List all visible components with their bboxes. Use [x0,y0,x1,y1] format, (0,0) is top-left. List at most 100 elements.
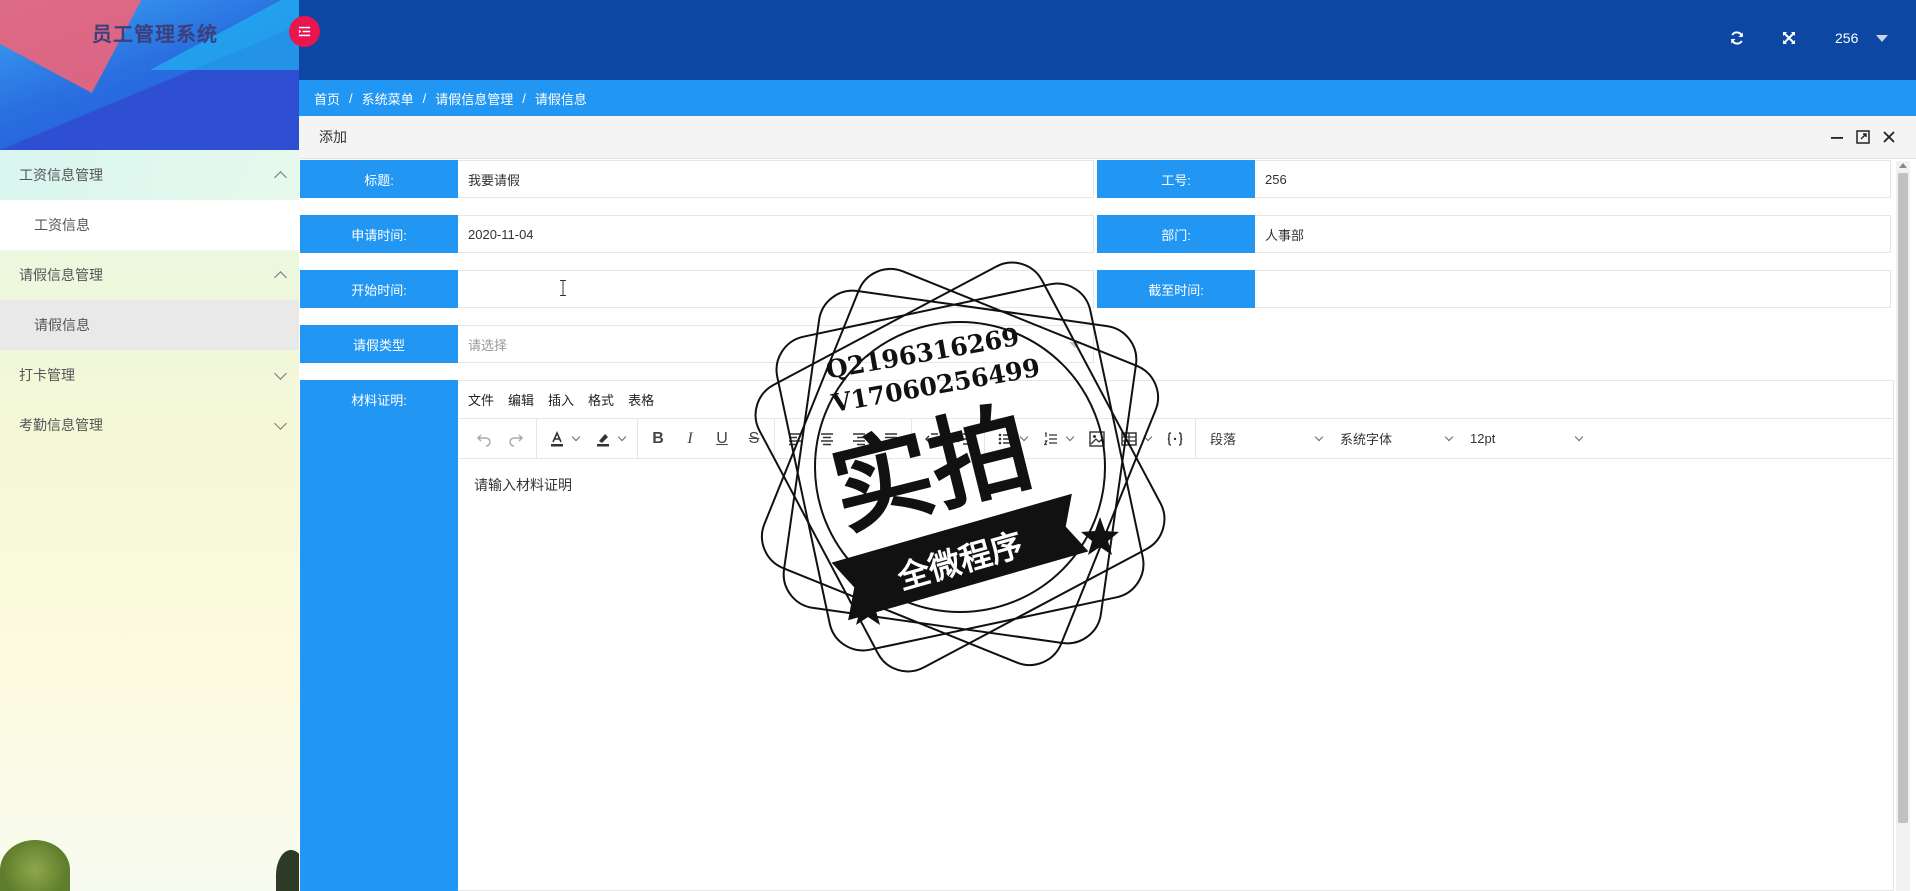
username: 256 [1835,30,1859,46]
chevron-up-icon [274,171,287,184]
align-left-button[interactable] [779,423,811,455]
sidebar-item-label: 工资信息 [34,217,90,233]
start-time-input[interactable] [458,270,1094,308]
menu-format[interactable]: 格式 [588,390,614,409]
outdent-icon [925,432,938,445]
image-icon [1089,430,1105,447]
leave-type-placeholder: 请选择 [468,337,508,353]
insert-image-button[interactable] [1081,423,1113,455]
breadcrumb-home[interactable]: 首页 [314,89,340,108]
highlight-color-button[interactable] [587,423,619,455]
leave-type-select[interactable]: 请选择 [458,325,1094,363]
breadcrumb-leave-info[interactable]: 请假信息 [535,89,587,108]
text-cursor-icon [560,280,566,296]
fullscreen-icon[interactable] [1781,30,1797,46]
end-time-input[interactable] [1255,270,1891,308]
apply-time-input[interactable]: 2020-11-04 [458,215,1094,253]
indent-icon [957,432,970,445]
redo-icon [509,433,524,447]
sidebar-group-clock-in[interactable]: 打卡管理 [0,350,299,400]
apply-time-label: 申请时间: [300,215,458,253]
align-left-icon [789,432,801,445]
undo-icon [476,433,491,447]
chevron-down-icon[interactable] [1019,432,1029,441]
menu-edit[interactable]: 编辑 [508,390,534,409]
editor-text: 请输入材料证明 [474,477,572,493]
brand-area: 员工管理系统 [0,0,299,150]
font-family-value: 系统字体 [1340,432,1393,447]
dialog-header: 添加 [299,116,1916,159]
form-row: 申请时间: 2020-11-04 部门: 人事部 [300,215,1891,253]
bullet-list-icon [998,433,1011,444]
block-format-select[interactable]: 段落 [1200,423,1330,455]
close-icon[interactable] [1881,129,1897,145]
sidebar-item-leave-info[interactable]: 请假信息 [0,300,299,350]
top-header: 256 [289,0,1916,80]
breadcrumb: 首页 / 系统菜单 / 请假信息管理 / 请假信息 [299,80,1916,116]
undo-button[interactable] [468,423,500,455]
sidebar-group-label: 考勤信息管理 [19,417,103,433]
chevron-down-icon[interactable] [617,432,627,441]
editor-content-area[interactable]: 请输入材料证明 [458,459,1893,511]
department-input[interactable]: 人事部 [1255,215,1891,253]
redo-button[interactable] [500,423,532,455]
chevron-down-icon[interactable] [571,432,581,441]
breadcrumb-leave-management[interactable]: 请假信息管理 [435,89,513,108]
sidebar-group-label: 工资信息管理 [19,167,103,183]
chevron-down-icon [274,366,287,380]
minimize-icon[interactable] [1829,129,1845,145]
form-row: 标题: 我要请假 工号: 256 [300,160,1891,198]
sidebar-group-label: 请假信息管理 [19,267,103,283]
sidebar-group-leave[interactable]: 请假信息管理 [0,250,299,300]
user-menu[interactable]: 256 [1835,30,1889,46]
bullet-list-button[interactable] [989,423,1021,455]
maximize-icon[interactable] [1855,129,1871,145]
code-icon [1167,431,1183,446]
form-row: 请假类型 请选择 [300,325,1094,363]
sidebar-group-attendance[interactable]: 考勤信息管理 [0,400,299,450]
sidebar-item-label: 请假信息 [34,317,90,333]
sidebar-item-salary-info[interactable]: 工资信息 [0,200,299,250]
tree-decoration [0,840,70,891]
font-family-select[interactable]: 系统字体 [1330,423,1460,455]
scrollbar-thumb[interactable] [1898,173,1908,823]
align-justify-button[interactable] [875,423,907,455]
title-label: 标题: [300,160,458,198]
app-title: 员工管理系统 [92,24,218,46]
breadcrumb-separator: / [522,90,526,106]
insert-table-button[interactable] [1113,423,1145,455]
empno-input[interactable]: 256 [1255,160,1891,198]
menu-insert[interactable]: 插入 [548,390,574,409]
numbered-list-button[interactable] [1035,423,1067,455]
menu-table[interactable]: 表格 [628,390,654,409]
breadcrumb-system-menu[interactable]: 系统菜单 [362,89,414,108]
sidebar-toggle-button[interactable] [289,16,320,47]
underline-button[interactable]: U [706,423,738,455]
code-sample-button[interactable] [1159,423,1191,455]
indent-button[interactable] [948,423,980,455]
font-size-select[interactable]: 12pt [1460,423,1590,455]
align-justify-icon [885,432,897,445]
material-label-text: 材料证明: [351,393,407,408]
outdent-button[interactable] [916,423,948,455]
align-right-button[interactable] [843,423,875,455]
align-center-button[interactable] [811,423,843,455]
strikethrough-button[interactable]: S [738,423,770,455]
bold-button[interactable]: B [642,423,674,455]
chevron-down-icon[interactable] [1065,432,1075,441]
sidebar-group-salary[interactable]: 工资信息管理 [0,150,299,200]
editor-toolbar: B I U S 段落 系统字体 12pt [458,418,1893,459]
chevron-down-icon[interactable] [1143,432,1153,441]
text-color-button[interactable] [541,423,573,455]
block-format-value: 段落 [1210,432,1237,447]
menu-file[interactable]: 文件 [468,390,494,409]
breadcrumb-separator: / [349,90,353,106]
align-right-icon [853,432,865,445]
refresh-icon[interactable] [1729,30,1745,46]
scroll-up-arrow-icon[interactable] [1899,163,1907,168]
italic-button[interactable]: I [674,423,706,455]
start-time-label: 开始时间: [300,270,458,308]
breadcrumb-separator: / [422,90,427,106]
title-input[interactable]: 我要请假 [458,160,1094,198]
dialog-scrollbar[interactable] [1896,161,1910,891]
